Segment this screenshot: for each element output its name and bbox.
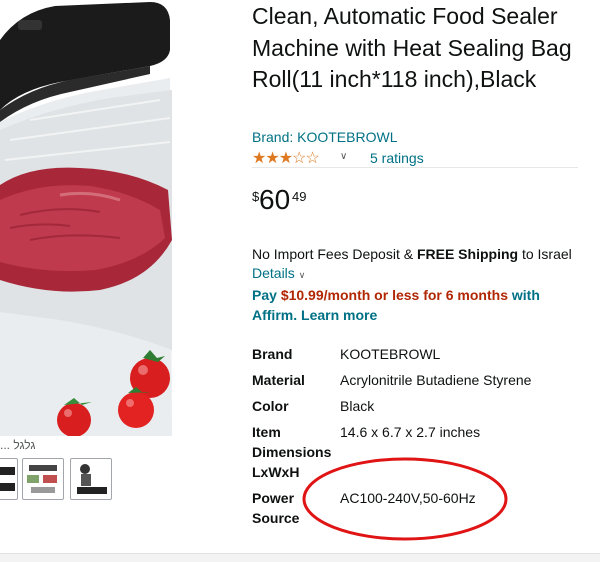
affirm-financing: Pay $10.99/month or less for 6 months wi… <box>252 285 592 325</box>
spec-key: Brand <box>252 346 293 362</box>
affirm-pay: Pay <box>252 287 281 303</box>
spec-key: Color <box>252 398 289 414</box>
affirm-word: Affirm. <box>252 307 298 323</box>
affirm-with: with <box>507 287 540 303</box>
spec-value: KOOTEBROWL <box>340 346 441 362</box>
brand-link[interactable]: Brand: KOOTEBROWL <box>252 129 397 145</box>
thumbnail-strip <box>0 458 172 503</box>
price-fraction: 49 <box>292 189 307 204</box>
spec-value: Acrylonitrile Butadiene Styrene <box>340 372 532 388</box>
product-title: Clean, Automatic Food Sealer Machine wit… <box>252 3 572 92</box>
annotation-ellipse-shape <box>302 457 508 541</box>
shipping-post: to Israel <box>518 246 572 262</box>
spec-key: Material <box>252 372 305 388</box>
image-gallery: גלגל ... <box>0 0 172 561</box>
main-product-image[interactable] <box>0 0 172 436</box>
star-empty-icon: ☆ <box>292 150 306 167</box>
annotation-ellipse <box>302 457 508 541</box>
details-label: Details <box>252 265 295 281</box>
food-sealer-photo <box>0 0 172 436</box>
spec-value: Black <box>340 398 375 414</box>
spec-value: 14.6 x 6.7 x 2.7 inches <box>340 424 481 440</box>
ratings-count-link[interactable]: 5 ratings <box>370 150 424 166</box>
thumbnail-3[interactable] <box>70 458 112 500</box>
chevron-down-icon[interactable]: ∨ <box>340 151 347 162</box>
chevron-down-icon: ∨ <box>298 270 306 280</box>
shipping-details-link[interactable]: Details ∨ <box>252 265 305 281</box>
star-empty-icon: ☆ <box>305 150 319 167</box>
thumbnail-3-image <box>77 464 107 494</box>
thumbnail-1-image <box>0 467 15 491</box>
thumbnail-2[interactable] <box>22 458 64 500</box>
shipping-pre: No Import Fees Deposit & <box>252 246 417 262</box>
thumbnail-1[interactable] <box>0 458 18 500</box>
shipping-info: No Import Fees Deposit & FREE Shipping t… <box>252 245 592 264</box>
learn-more-link[interactable]: Learn more <box>301 307 377 323</box>
thumbnail-2-image <box>27 465 57 493</box>
star-full-icon: ★ <box>265 150 279 167</box>
star-full-icon: ★ <box>252 150 266 167</box>
star-rating[interactable]: ★★★☆☆ <box>252 148 320 167</box>
star-full-icon: ★ <box>278 150 293 167</box>
free-shipping-label: FREE Shipping <box>416 246 519 262</box>
price-whole: 60 <box>259 184 291 215</box>
affirm-amount: $10.99/month or less for 6 months <box>280 287 508 303</box>
divider <box>252 167 578 168</box>
image-caption: גלגל ... <box>0 438 36 452</box>
